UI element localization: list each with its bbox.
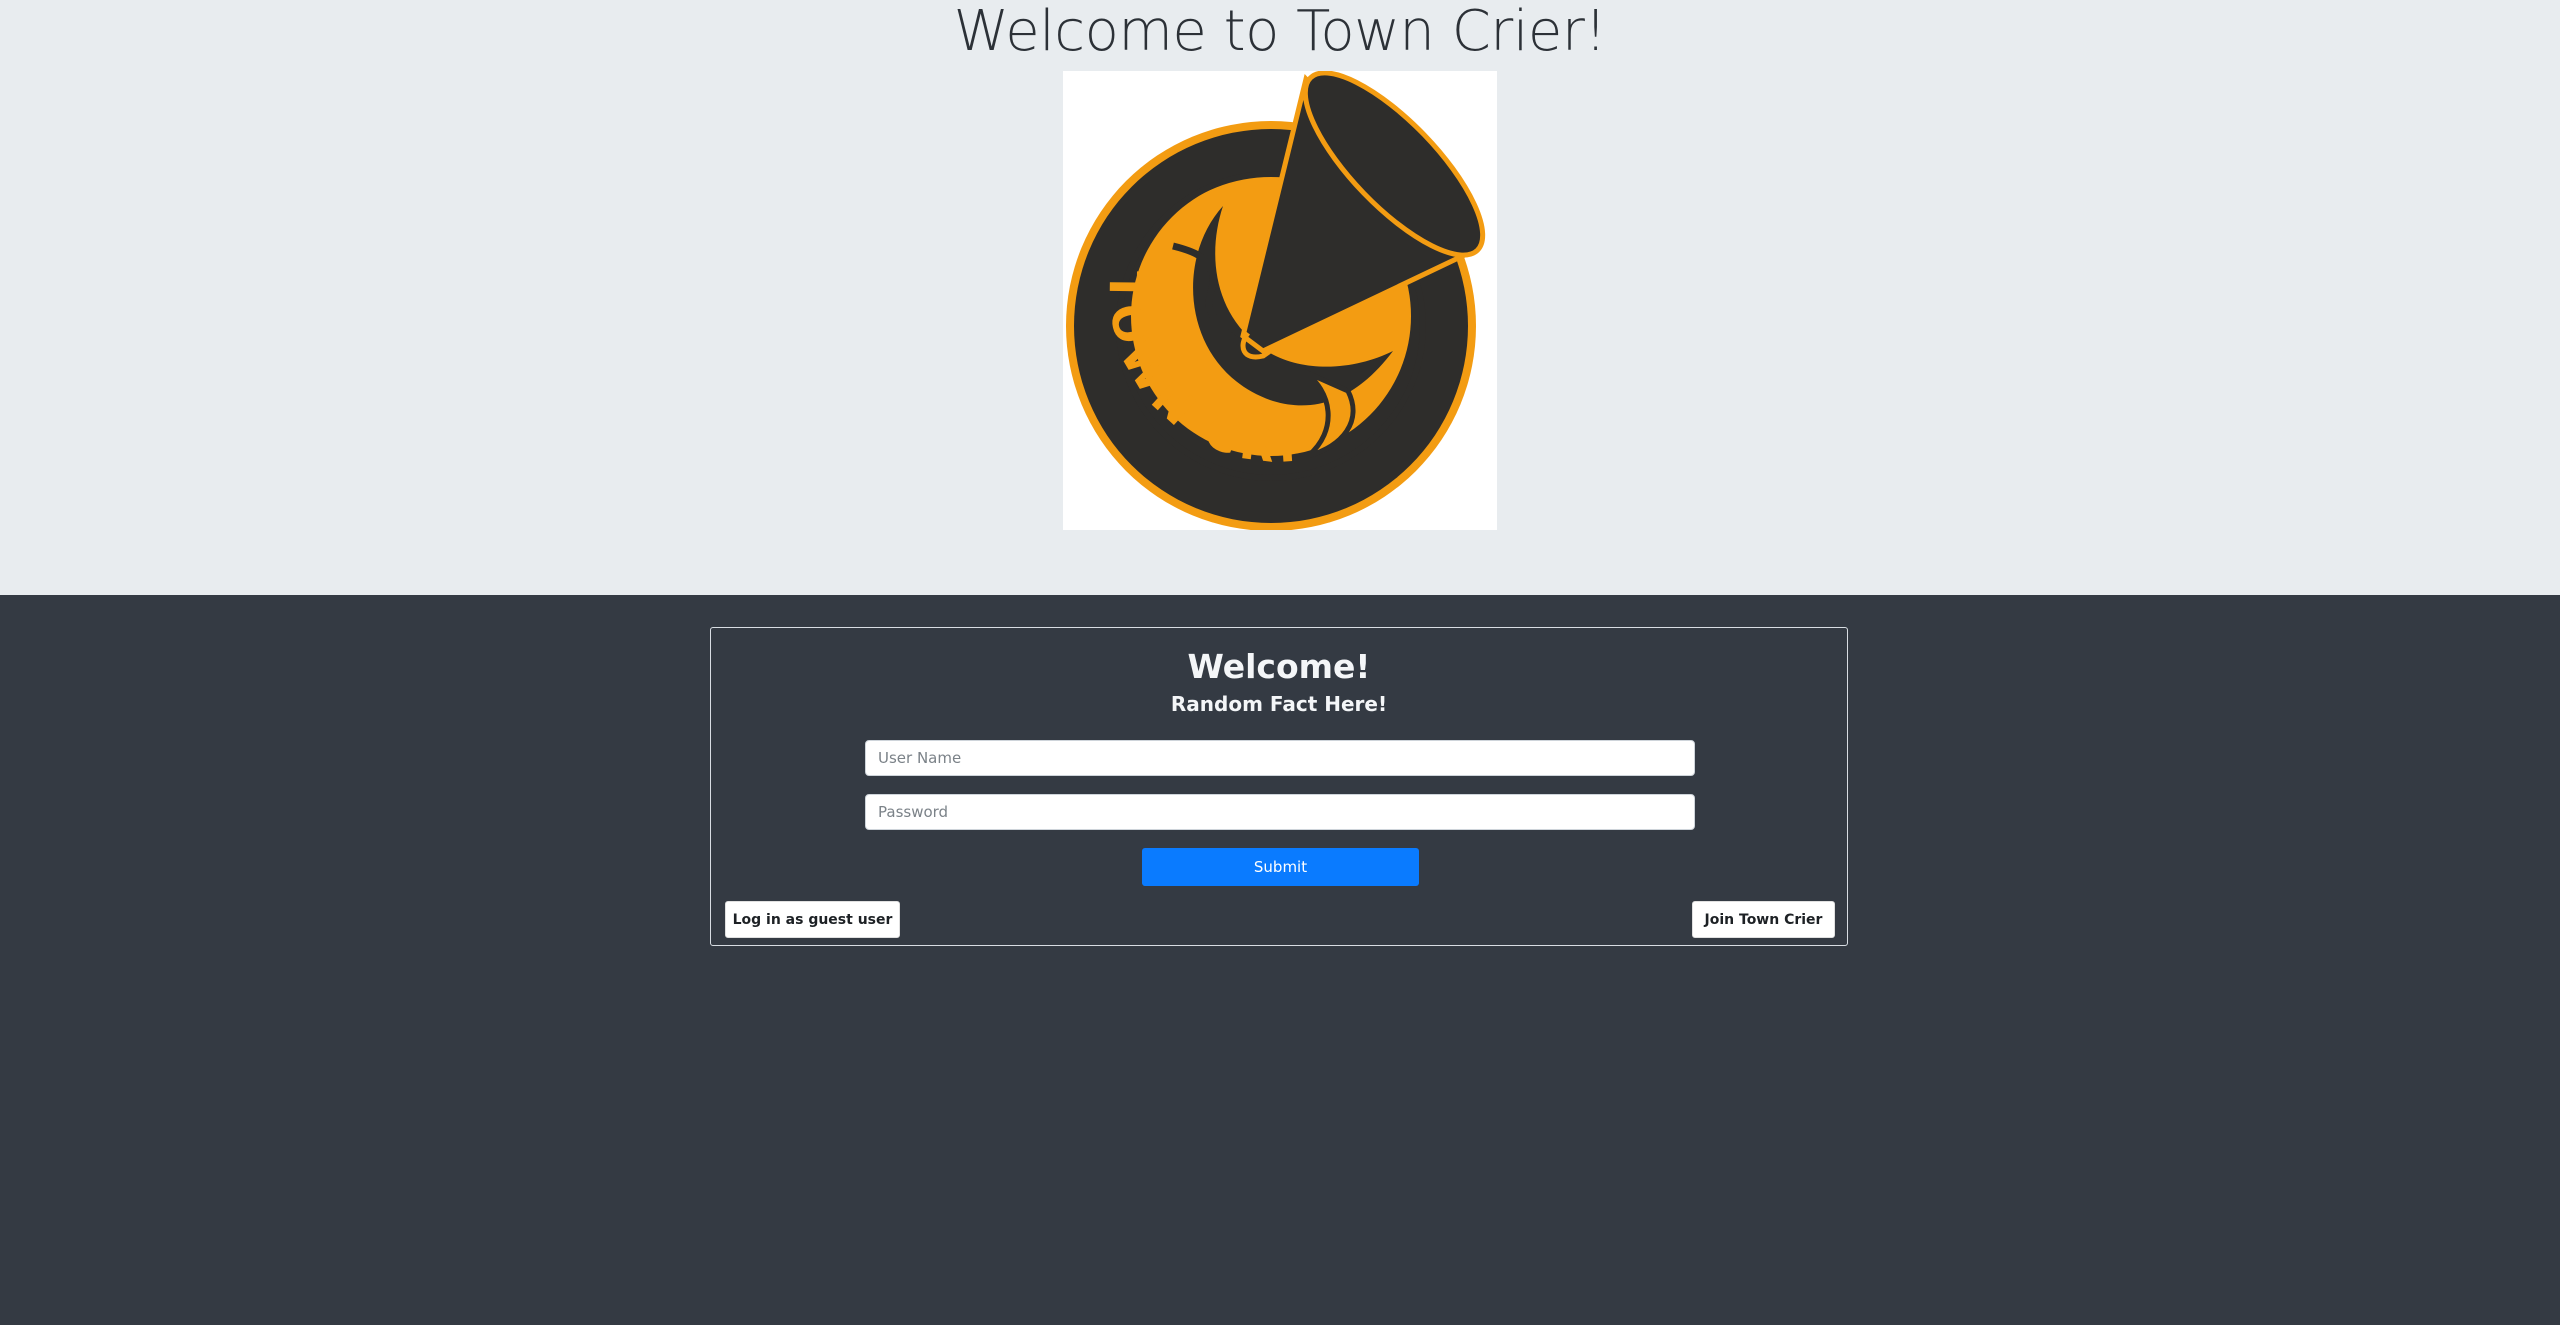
random-fact: Random Fact Here! [1170, 692, 1388, 716]
page-title: Welcome to Town Crier! [953, 0, 1607, 64]
card-title: Welcome! [1187, 647, 1371, 686]
town-crier-logo: TOWN CRIER [1063, 71, 1497, 530]
submit-button[interactable]: Submit [1142, 848, 1419, 886]
login-card: Welcome! Random Fact Here! Submit Log in… [710, 627, 1848, 946]
join-button[interactable]: Join Town Crier [1692, 901, 1835, 938]
megaphone-icon: TOWN CRIER [1063, 71, 1486, 530]
password-input[interactable] [865, 794, 1695, 830]
hero-section: Welcome to Town Crier! TOWN CRI [0, 0, 2560, 595]
username-input[interactable] [865, 740, 1695, 776]
guest-login-button[interactable]: Log in as guest user [725, 901, 900, 938]
